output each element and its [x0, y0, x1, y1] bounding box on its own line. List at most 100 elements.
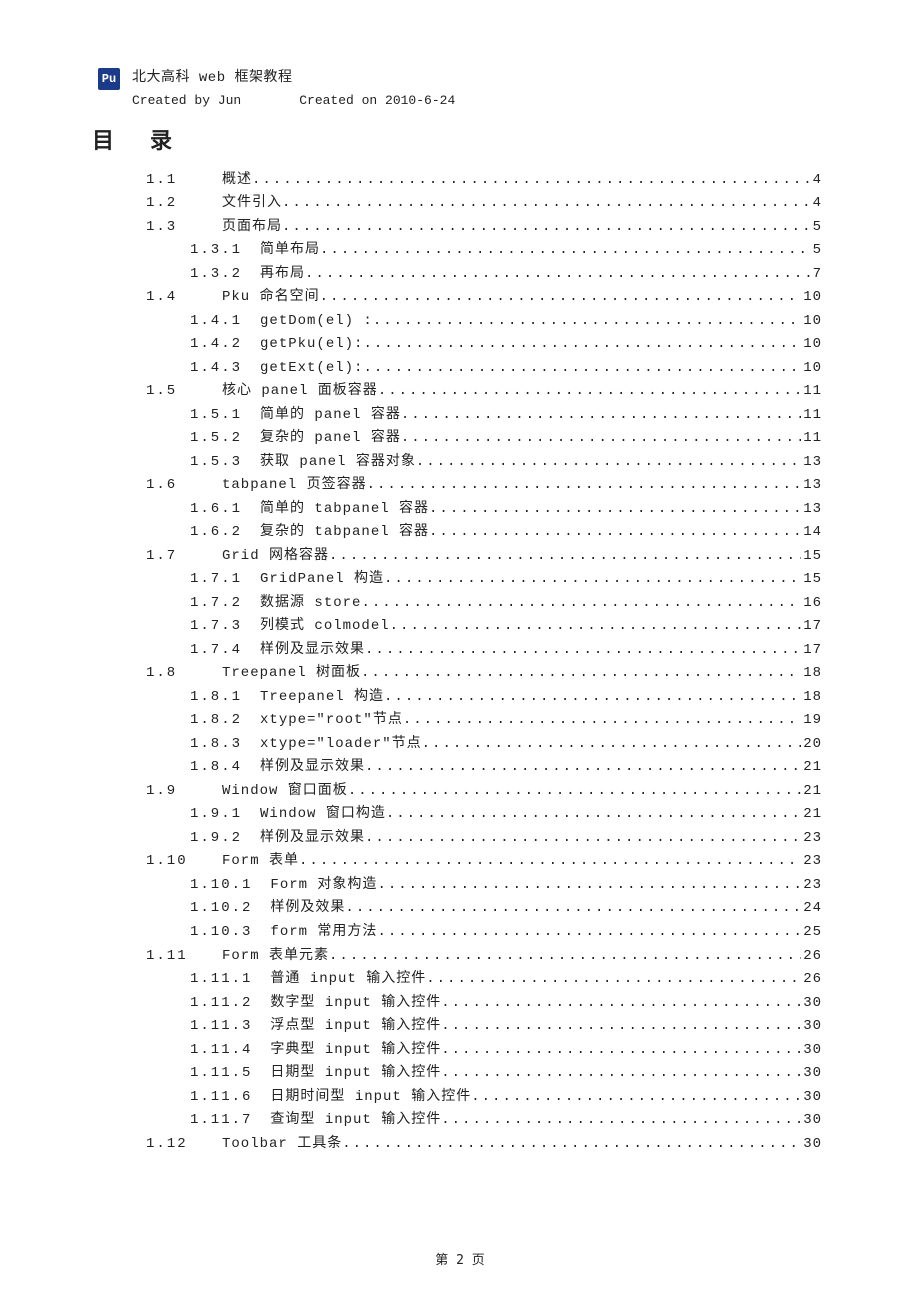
- toc-page: 10: [801, 286, 822, 310]
- toc-entry[interactable]: 1.4.3getExt(el):10: [98, 357, 822, 381]
- toc-leader-dots: [441, 1109, 801, 1133]
- toc-leader-dots: [282, 192, 811, 216]
- toc-label: 简单的 panel 容器: [260, 404, 401, 428]
- toc-entry[interactable]: 1.5.1 简单的 panel 容器 11: [98, 404, 822, 428]
- toc-entry[interactable]: 1.11.1普通 input 输入控件26: [98, 968, 822, 992]
- toc-entry[interactable]: 1.10.3 form 常用方法 25: [98, 921, 822, 945]
- toc-entry[interactable]: 1.4Pku 命名空间10: [98, 286, 822, 310]
- toc-leader-dots: [365, 756, 801, 780]
- toc-entry[interactable]: 1.11.5日期型 input 输入控件30: [98, 1062, 822, 1086]
- toc-leader-dots: [361, 662, 801, 686]
- toc-page: 21: [801, 756, 822, 780]
- toc-number: 1.9.2: [190, 827, 242, 851]
- toc-leader-dots: [363, 333, 801, 357]
- toc-label: 样例及显示效果: [260, 827, 365, 851]
- toc-number: 1.8.3: [190, 733, 242, 757]
- toc-number: 1.6.2: [190, 521, 242, 545]
- toc-number: 1.4.1: [190, 310, 242, 334]
- toc-entry[interactable]: 1.8Treepanel 树面板18: [98, 662, 822, 686]
- toc-entry[interactable]: 1.9Window 窗口面板21: [98, 780, 822, 804]
- toc-label: 列模式 colmodel: [260, 615, 390, 639]
- toc-page: 20: [801, 733, 822, 757]
- toc-entry[interactable]: 1.2文件引入4: [98, 192, 822, 216]
- toc-label: 简单布局: [260, 239, 320, 263]
- toc-entry[interactable]: 1.4.2getPku(el):10: [98, 333, 822, 357]
- toc-leader-dots: [373, 310, 801, 334]
- toc-entry[interactable]: 1.7.4样例及显示效果17: [98, 639, 822, 663]
- toc-leader-dots: [422, 733, 802, 757]
- toc-number: 1.5.1: [190, 404, 242, 428]
- toc-number: 1.7: [146, 545, 204, 569]
- toc-entry[interactable]: 1.10.2样例及效果24: [98, 897, 822, 921]
- toc-number: 1.11: [146, 945, 204, 969]
- toc-leader-dots: [403, 709, 801, 733]
- toc-entry[interactable]: 1.3.2再布局7: [98, 263, 822, 287]
- toc-entry[interactable]: 1.12Toolbar 工具条30: [98, 1133, 822, 1157]
- toc-page: 15: [801, 568, 822, 592]
- toc-entry[interactable]: 1.4.1getDom(el) :10: [98, 310, 822, 334]
- toc-entry[interactable]: 1.8.3 xtype="loader"节点 20: [98, 733, 822, 757]
- toc-leader-dots: [320, 239, 811, 263]
- toc-entry[interactable]: 1.7.1GridPanel 构造15: [98, 568, 822, 592]
- toc-page: 30: [801, 992, 822, 1016]
- toc-entry[interactable]: 1.6tabpanel 页签容器13: [98, 474, 822, 498]
- toc-number: 1.1: [146, 169, 204, 193]
- toc-heading: 目录: [92, 123, 822, 155]
- toc-page: 23: [801, 850, 822, 874]
- toc-leader-dots: [252, 169, 811, 193]
- toc-entry[interactable]: 1.7Grid 网格容器15: [98, 545, 822, 569]
- toc-page: 18: [801, 686, 822, 710]
- toc-label: 日期时间型 input 输入控件: [270, 1086, 471, 1110]
- toc-page: 11: [801, 404, 822, 428]
- toc-entry[interactable]: 1.3.1简单布局5: [98, 239, 822, 263]
- toc-leader-dots: [441, 1062, 801, 1086]
- toc-label: xtype="loader"节点: [260, 733, 422, 757]
- toc-label: 样例及显示效果: [260, 756, 365, 780]
- toc-entry[interactable]: 1.10.1Form 对象构造23: [98, 874, 822, 898]
- toc-page: 24: [801, 897, 822, 921]
- toc-entry[interactable]: 1.6.2复杂的 tabpanel 容器14: [98, 521, 822, 545]
- toc-entry[interactable]: 1.3页面布局5: [98, 216, 822, 240]
- toc-number: 1.9.1: [190, 803, 242, 827]
- toc-leader-dots: [441, 1039, 801, 1063]
- toc-number: 1.5: [146, 380, 204, 404]
- toc-leader-dots: [282, 216, 811, 240]
- toc-entry[interactable]: 1.9.1Window 窗口构造21: [98, 803, 822, 827]
- toc-entry[interactable]: 1.11.7查询型 input 输入控件30: [98, 1109, 822, 1133]
- toc-entry[interactable]: 1.5.2复杂的 panel 容器11: [98, 427, 822, 451]
- toc-entry[interactable]: 1.9.2样例及显示效果23: [98, 827, 822, 851]
- toc-entry[interactable]: 1.8.2xtype="root"节点19: [98, 709, 822, 733]
- toc-label: 样例及效果: [270, 897, 345, 921]
- toc-entry[interactable]: 1.8.1Treepanel 构造18: [98, 686, 822, 710]
- toc-number: 1.10.3: [190, 921, 252, 945]
- toc-number: 1.8.4: [190, 756, 242, 780]
- toc-label: getPku(el):: [260, 333, 363, 357]
- toc-label: 核心 panel 面板容器: [222, 380, 378, 404]
- toc-number: 1.4: [146, 286, 204, 310]
- toc-leader-dots: [384, 686, 801, 710]
- toc-entry[interactable]: 1.5核心 panel 面板容器11: [98, 380, 822, 404]
- toc-entry[interactable]: 1.7.2数据源 store16: [98, 592, 822, 616]
- toc-entry[interactable]: 1.7.3列模式 colmodel17: [98, 615, 822, 639]
- toc-entry[interactable]: 1.11.2数字型 input 输入控件30: [98, 992, 822, 1016]
- toc-entry[interactable]: 1.11.6日期时间型 input 输入控件30: [98, 1086, 822, 1110]
- toc-label: Grid 网格容器: [222, 545, 329, 569]
- toc-label: 文件引入: [222, 192, 282, 216]
- toc-entry[interactable]: 1.11.3浮点型 input 输入控件30: [98, 1015, 822, 1039]
- toc-page: 23: [801, 874, 822, 898]
- toc-label: 获取 panel 容器对象: [260, 451, 416, 475]
- toc-number: 1.3.2: [190, 263, 242, 287]
- toc-label: form 常用方法: [270, 921, 377, 945]
- toc-page: 30: [801, 1039, 822, 1063]
- toc-entry[interactable]: 1.6.1简单的 tabpanel 容器13: [98, 498, 822, 522]
- toc-page: 30: [801, 1062, 822, 1086]
- toc-page: 10: [801, 333, 822, 357]
- toc-entry[interactable]: 1.1概述4: [98, 169, 822, 193]
- toc-entry[interactable]: 1.10Form 表单23: [98, 850, 822, 874]
- toc-entry[interactable]: 1.11Form 表单元素26: [98, 945, 822, 969]
- toc-page: 25: [801, 921, 822, 945]
- toc-number: 1.3.1: [190, 239, 242, 263]
- toc-entry[interactable]: 1.8.4 样例及显示效果 21: [98, 756, 822, 780]
- toc-entry[interactable]: 1.5.3获取 panel 容器对象13: [98, 451, 822, 475]
- toc-entry[interactable]: 1.11.4字典型 input 输入控件30: [98, 1039, 822, 1063]
